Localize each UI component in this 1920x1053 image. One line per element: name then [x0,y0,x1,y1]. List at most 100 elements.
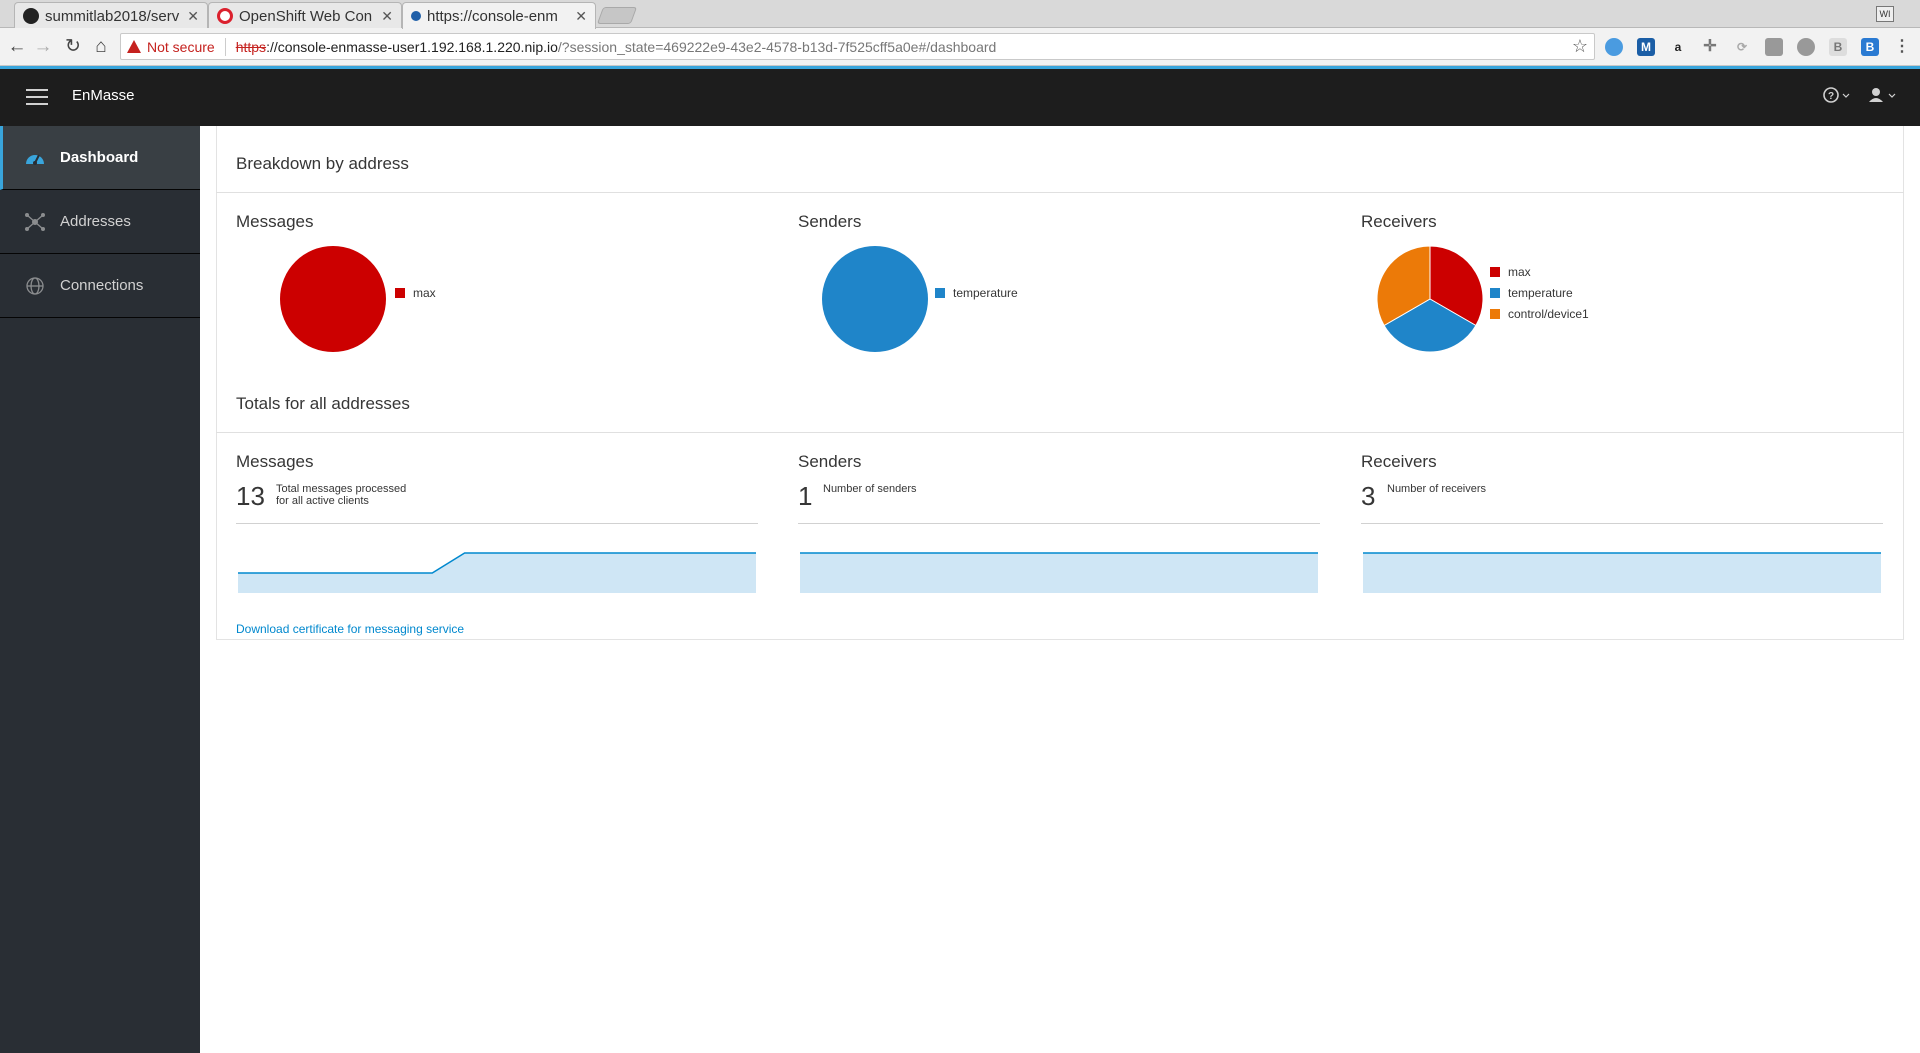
senders-pie-chart [822,246,928,352]
app-header: EnMasse ? [0,66,1920,126]
sidebar-nav: Dashboard Addresses Connections [0,126,200,1053]
close-icon[interactable]: ✕ [187,8,199,25]
receivers-pie-chart [1376,245,1484,353]
sparkline-marks [800,552,1318,593]
user-icon[interactable] [1866,86,1898,108]
legend-label: temperature [953,285,1018,300]
app-brand: EnMasse [72,87,135,104]
pie-slice-max[interactable] [280,246,386,352]
security-label[interactable]: Not secure [147,39,215,55]
extension-icon[interactable]: ⟳ [1733,38,1751,56]
close-icon[interactable]: ✕ [575,8,587,25]
extension-icon[interactable] [1797,38,1815,56]
breakdown-receivers-title: Receivers [1361,212,1437,231]
totals-title: Totals for all addresses [236,394,410,413]
legend-item: max [1490,261,1589,282]
divider [224,37,226,56]
browser-menu-icon[interactable]: ⋮ [1893,38,1911,56]
messages-legend: max [395,282,436,303]
senders-description: Number of senders [823,483,917,495]
browser-tab-strip: summitlab2018/serv ✕ OpenShift Web Con ✕… [0,0,1920,29]
globe-icon [24,276,46,296]
legend-label: control/device1 [1508,306,1589,321]
browser-tab-console[interactable]: https://console-enm ✕ [402,2,596,29]
pie-slices [280,246,386,352]
totals-senders-title: Senders [798,452,862,471]
extension-icon[interactable]: ✛ [1701,38,1719,56]
warning-icon [127,40,141,53]
receivers-description: Number of receivers [1387,483,1486,495]
legend-swatch [1490,308,1500,319]
dashboard-icon [24,149,46,167]
openshift-icon [217,8,233,24]
senders-count: 1 [798,481,813,511]
divider [236,523,758,524]
home-icon[interactable]: ⌂ [90,36,112,58]
tab-title: OpenShift Web Con [239,7,373,25]
description-line: for all active clients [276,495,369,507]
legend-label: max [1508,264,1531,279]
url-host: ://console-enmasse-user1.192.168.1.220.n… [266,38,558,55]
sidebar-item-dashboard[interactable]: Dashboard [0,126,200,190]
help-icon[interactable]: ? [1822,86,1852,108]
legend-item: temperature [1490,282,1589,303]
extension-icon[interactable] [1605,38,1623,56]
new-tab-button[interactable] [596,7,638,24]
pie-slices [822,246,928,352]
extension-icon[interactable]: B [1829,38,1847,56]
divider [216,432,1904,433]
totals-receivers-title: Receivers [1361,452,1437,471]
legend-item: temperature [935,282,1018,303]
window-menu-icon[interactable]: WI [1876,6,1894,22]
extension-icon[interactable]: M [1637,38,1655,56]
bookmark-star-icon[interactable]: ☆ [1572,36,1588,57]
divider [1361,523,1883,524]
extension-icon[interactable]: B [1861,38,1879,56]
legend-item: max [395,282,436,303]
browser-tab-openshift[interactable]: OpenShift Web Con ✕ [208,2,402,29]
sparkline-area [800,553,1318,593]
senders-legend: temperature [935,282,1018,303]
sidebar-item-addresses[interactable]: Addresses [0,190,200,254]
browser-tab-github[interactable]: summitlab2018/serv ✕ [14,2,208,29]
pie-slices [1376,245,1484,353]
senders-sparkline [800,552,1318,593]
legend-item: control/device1 [1490,303,1589,324]
amazon-icon[interactable]: a [1669,38,1687,56]
address-toolbar: ← → ↻ ⌂ Not secure https ://console-enma… [0,28,1920,66]
url-protocol: https [235,38,267,55]
divider [216,192,1904,193]
url-path: /?session_state=469222e9-43e2-4578-b13d-… [557,38,997,55]
receivers-sparkline [1363,552,1881,593]
legend-swatch [395,287,405,298]
svg-text:?: ? [1828,91,1834,102]
description-line: Number of senders [823,483,917,495]
sidebar-item-connections[interactable]: Connections [0,254,200,318]
legend-label: temperature [1508,285,1573,300]
legend-swatch [1490,287,1500,298]
tab-title: https://console-enm [427,7,558,25]
back-arrow-icon[interactable]: ← [6,36,28,58]
download-certificate-link[interactable]: Download certificate for messaging servi… [236,622,464,636]
tab-title: summitlab2018/serv [45,7,180,25]
close-icon[interactable]: ✕ [381,8,393,25]
legend-swatch [1490,266,1500,277]
totals-messages-title: Messages [236,452,314,471]
sidebar-item-label: Dashboard [60,149,139,166]
url-bar[interactable]: Not secure https ://console-enmasse-user… [120,33,1595,60]
receivers-legend: max temperature control/device1 [1490,261,1589,324]
sidebar-item-label: Addresses [60,213,131,230]
sidebar-item-label: Connections [60,277,144,294]
hamburger-menu-icon[interactable] [26,89,48,105]
pie-slice-temperature[interactable] [822,246,928,352]
description-line: Total messages processed [276,483,407,495]
forward-arrow-icon[interactable]: → [32,36,54,58]
breakdown-title: Breakdown by address [236,154,409,173]
breakdown-messages-title: Messages [236,212,314,231]
reload-icon[interactable]: ↻ [62,36,84,58]
messages-description: Total messages processed for all active … [276,483,406,507]
sparkline-marks [238,552,756,593]
description-line: Number of receivers [1387,483,1487,495]
extension-icon[interactable] [1765,38,1783,56]
enmasse-icon [411,11,421,21]
